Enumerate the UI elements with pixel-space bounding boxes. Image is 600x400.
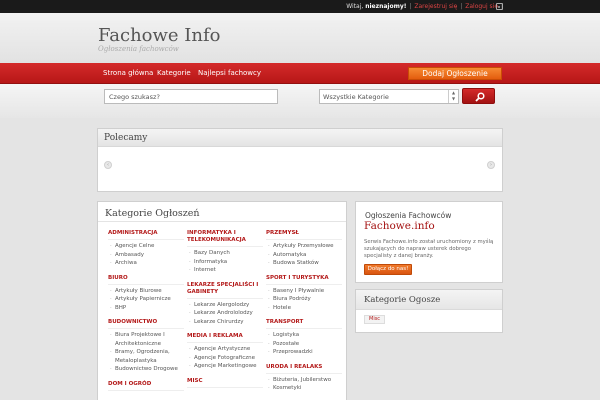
category-title[interactable]: BUDOWNICTWO xyxy=(108,319,184,329)
subcategory-link[interactable]: Archiwa xyxy=(108,259,184,268)
subcategory-link[interactable]: Ambasady xyxy=(108,251,184,260)
subcategory-link[interactable]: Kosmetyki xyxy=(266,384,342,393)
subcategory-link[interactable]: Internet xyxy=(187,266,263,275)
category-group: BUDOWNICTWO Biura Projektowe I Architekt… xyxy=(108,319,184,374)
nav-item-home[interactable]: Strona główna xyxy=(103,69,153,77)
username-text: nieznajomy! xyxy=(365,3,407,10)
category-title[interactable]: DOM I OGRÓD xyxy=(108,381,184,391)
subcategory-link[interactable]: Automatyka xyxy=(266,251,342,260)
top-bar: Witaj, nieznajomy! | Zarejestruj się | Z… xyxy=(0,0,600,13)
subcategory-link[interactable]: BHP xyxy=(108,304,184,313)
subcategory-link[interactable]: Budowa Statków xyxy=(266,259,342,268)
category-title[interactable]: SPORT I TURYSTYKA xyxy=(266,275,342,285)
main-nav: Strona główna Kategorie Najlepsi fachowc… xyxy=(0,63,600,84)
category-title[interactable]: ADMINISTRACJA xyxy=(108,230,184,240)
category-title[interactable]: LEKARZE SPECJALIŚCI I GABINETY xyxy=(187,282,263,299)
category-group: INFORMATYKA I TELEKOMUNIKACJA Bazy Danyc… xyxy=(187,230,263,275)
login-link[interactable]: Zaloguj się xyxy=(465,3,498,10)
subcategory-link[interactable]: Artykuły Biurowe xyxy=(108,287,184,296)
category-title[interactable]: TRANSPORT xyxy=(266,319,342,329)
category-select[interactable]: Wszystkie Kategorie ▲ ▼ xyxy=(319,89,459,104)
add-listing-button[interactable]: Dodaj Ogłoszenie xyxy=(408,67,502,80)
subcategory-link[interactable]: Agencje Artystyczne xyxy=(187,345,263,354)
select-arrows-icon: ▲ ▼ xyxy=(448,90,458,103)
subcategory-link[interactable]: Agencje Marketingowe xyxy=(187,362,263,371)
subcategory-link[interactable]: Logistyka xyxy=(266,331,342,340)
subcategory-link[interactable]: Pozostałe xyxy=(266,340,342,349)
register-link[interactable]: Zarejestruj się xyxy=(414,3,457,10)
category-group: MISC xyxy=(187,378,263,388)
category-group: ADMINISTRACJA Agencje Celne Ambasady Arc… xyxy=(108,230,184,268)
subcategory-link[interactable]: Hotele xyxy=(266,304,342,313)
category-group: SPORT I TURYSTYKA Baseny I Pływalnie Biu… xyxy=(266,275,342,313)
subcategory-link[interactable]: Informatyka xyxy=(187,258,263,267)
subcategory-link[interactable]: Przeprowadzki xyxy=(266,348,342,357)
category-title[interactable]: PRZEMYSŁ xyxy=(266,230,342,240)
search-bar xyxy=(0,84,600,118)
site-logo-title[interactable]: Fachowe Info xyxy=(98,25,221,46)
search-input[interactable]: Czego szukasz? xyxy=(104,89,278,104)
separator: | xyxy=(460,3,463,10)
category-column: PRZEMYSŁ Artykuły Przemysłowe Automatyka… xyxy=(266,230,342,400)
subcategory-link[interactable]: Biura Podróży xyxy=(266,295,342,304)
search-icon xyxy=(475,92,485,102)
rss-icon[interactable] xyxy=(496,3,503,10)
category-title[interactable]: BIURO xyxy=(108,275,184,285)
subcategory-link[interactable]: Biura Projektowe I Architektoniczne xyxy=(108,331,184,348)
subcategory-link[interactable]: Artykuły Przemysłowe xyxy=(266,242,342,251)
category-title[interactable]: MISC xyxy=(187,378,263,388)
category-column: ADMINISTRACJA Agencje Celne Ambasady Arc… xyxy=(108,230,184,398)
category-group: PRZEMYSŁ Artykuły Przemysłowe Automatyka… xyxy=(266,230,342,268)
subcategory-link[interactable]: Lekarze Chirurdzy xyxy=(187,318,263,327)
featured-box: Polecamy ‹ › xyxy=(97,128,503,192)
category-group: DOM I OGRÓD xyxy=(108,381,184,391)
sidebar-categories-box: Kategorie Ogosze Misc xyxy=(355,289,503,333)
subcategory-link[interactable]: Lekarze Alergolodzy xyxy=(187,301,263,310)
subcategory-link[interactable]: Bramy, Ogrodzenia, Metaloplastyka xyxy=(108,348,184,365)
info-description: Serwis Fachowe.info został uruchomiony z… xyxy=(364,239,494,259)
featured-title: Polecamy xyxy=(98,129,502,147)
subcategory-link[interactable]: Lekarze Andrololodzy xyxy=(187,309,263,318)
category-group: LEKARZE SPECJALIŚCI I GABINETY Lekarze A… xyxy=(187,282,263,327)
carousel-prev-icon[interactable]: ‹ xyxy=(104,161,112,169)
carousel-next-icon[interactable]: › xyxy=(487,161,495,169)
category-group: MEDIA I REKLAMA Agencje Artystyczne Agen… xyxy=(187,333,263,371)
subcategory-link[interactable]: Agencje Celne xyxy=(108,242,184,251)
subcategory-link[interactable]: Artykuły Papiernicze xyxy=(108,295,184,304)
category-select-value: Wszystkie Kategorie xyxy=(323,93,389,101)
info-box: Ogłoszenia Fachowców Fachowe.info Serwis… xyxy=(355,201,503,283)
site-tagline: Ogłoszenia fachowców xyxy=(98,45,179,53)
greeting-text: Witaj, xyxy=(346,3,364,10)
category-title[interactable]: URODA I REALAKS xyxy=(266,364,342,374)
category-title[interactable]: INFORMATYKA I TELEKOMUNIKACJA xyxy=(187,230,263,247)
subcategory-link[interactable]: Bazy Danych xyxy=(187,249,263,258)
category-group: BIURO Artykuły Biurowe Artykuły Papierni… xyxy=(108,275,184,313)
category-title[interactable]: MEDIA I REKLAMA xyxy=(187,333,263,343)
nav-item-best-professionals[interactable]: Najlepsi fachowcy xyxy=(198,69,261,77)
info-title: Ogłoszenia Fachowców xyxy=(365,211,452,220)
categories-title: Kategorie Ogłoszeń xyxy=(98,202,346,222)
info-brand: Fachowe.info xyxy=(364,220,435,232)
nav-item-categories[interactable]: Kategorie xyxy=(157,69,191,77)
separator: | xyxy=(409,3,412,10)
sidebar-categories-title: Kategorie Ogosze xyxy=(356,290,502,310)
search-button[interactable] xyxy=(462,88,495,104)
subcategory-link[interactable]: Agencje Fotograficzne xyxy=(187,354,263,363)
subcategory-link[interactable]: Budownictwo Drogowe xyxy=(108,365,184,374)
category-tag[interactable]: Misc xyxy=(364,315,386,324)
subcategory-link[interactable]: Biżuteria, Jubilerstwo xyxy=(266,376,342,385)
subcategory-link[interactable]: Baseny I Pływalnie xyxy=(266,287,342,296)
category-group: TRANSPORT Logistyka Pozostałe Przeprowad… xyxy=(266,319,342,357)
category-column: INFORMATYKA I TELEKOMUNIKACJA Bazy Danyc… xyxy=(187,230,263,395)
category-group: URODA I REALAKS Biżuteria, Jubilerstwo K… xyxy=(266,364,342,393)
site-header: Fachowe Info Ogłoszenia fachowców xyxy=(0,13,600,63)
join-button[interactable]: Dołącz do nas! xyxy=(364,264,412,275)
